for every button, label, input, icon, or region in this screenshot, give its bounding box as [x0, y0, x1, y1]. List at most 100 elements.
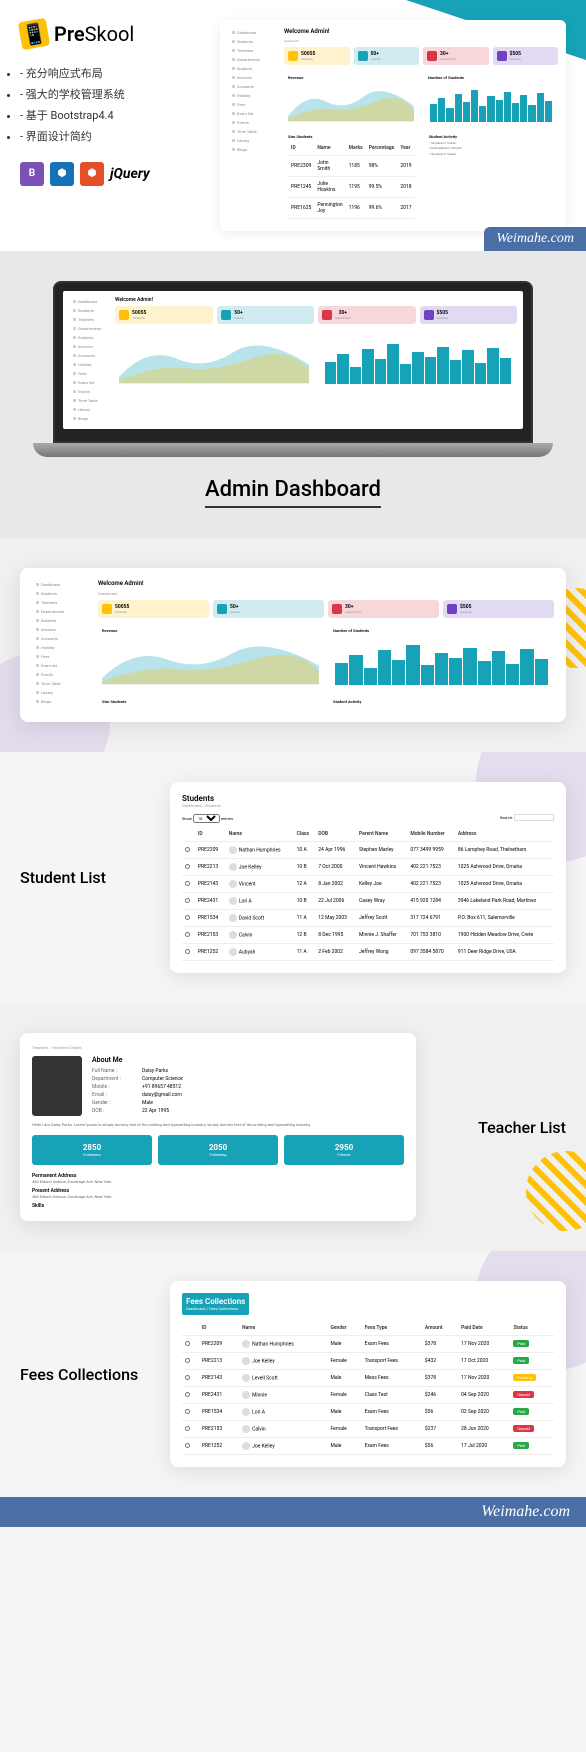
bar: [438, 98, 445, 122]
avatar: [242, 1357, 250, 1365]
table-row[interactable]: PRE2153CalvinFemaleTransport Fees$23728 …: [182, 1421, 554, 1438]
sidebar-item[interactable]: Fees: [69, 369, 109, 378]
table-row[interactable]: PRE2309John Smith118598%2019: [288, 156, 415, 177]
status-badge: Paid: [513, 1357, 529, 1364]
col-header: Name: [226, 827, 294, 842]
table-row[interactable]: PRE2431MinnieFemaleClass Test$24604 Sep …: [182, 1387, 554, 1404]
sidebar-item[interactable]: Holiday: [32, 643, 92, 652]
sidebar-item[interactable]: Time Table: [69, 396, 109, 405]
row-checkbox[interactable]: [185, 1392, 190, 1397]
table-row[interactable]: PRE1245Jolie Hoskins119599.5%2018: [288, 177, 415, 198]
stat-icon: [217, 604, 227, 614]
row-checkbox[interactable]: [185, 1341, 190, 1346]
sidebar-item[interactable]: Dashboard: [228, 28, 278, 37]
field-value: daisy@gmail.com: [142, 1092, 182, 1098]
sidebar-item[interactable]: Invoices: [228, 73, 278, 82]
sidebar-item[interactable]: Library: [32, 688, 92, 697]
sidebar-item[interactable]: Students: [69, 306, 109, 315]
sidebar-item[interactable]: Fees: [228, 100, 278, 109]
sidebar-item[interactable]: Library: [228, 136, 278, 145]
sidebar-item[interactable]: Exam list: [228, 109, 278, 118]
table-row[interactable]: PRE2213Joe KelleyFemaleTransport Fees$43…: [182, 1353, 554, 1370]
row-checkbox[interactable]: [185, 915, 190, 920]
status-badge: Paid: [513, 1442, 529, 1449]
stat-card: 30+Department: [423, 47, 489, 65]
sidebar-item[interactable]: Accounts: [69, 351, 109, 360]
row-checkbox[interactable]: [185, 881, 190, 886]
row-checkbox[interactable]: [185, 864, 190, 869]
table-row[interactable]: PRE2153Calvin12 B8 Dec 1995Minnie J. Sha…: [182, 927, 554, 944]
row-checkbox[interactable]: [185, 1426, 190, 1431]
row-checkbox[interactable]: [185, 847, 190, 852]
table-row[interactable]: PRE1252Aubyah11 A2 Feb 2002Jeffrey Wong0…: [182, 944, 554, 961]
bar: [400, 364, 411, 384]
sidebar-item[interactable]: Time Table: [228, 127, 278, 136]
sidebar-item[interactable]: Subjects: [69, 333, 109, 342]
bar: [392, 660, 405, 685]
breadcrumb: Teachers / Teachers Details: [32, 1045, 404, 1050]
row-checkbox[interactable]: [185, 1358, 190, 1363]
sidebar-item[interactable]: Events: [32, 670, 92, 679]
teacher-stat: 2050Following: [158, 1135, 278, 1165]
sidebar-item[interactable]: Teachers: [69, 315, 109, 324]
row-checkbox[interactable]: [185, 1443, 190, 1448]
brand-skool: Skool: [85, 22, 135, 46]
fees-table: IDNameGenderFees TypeAmountPaid DateStat…: [182, 1321, 554, 1455]
sidebar-item[interactable]: Dashboard: [32, 580, 92, 589]
sidebar-item[interactable]: Blogs: [228, 145, 278, 154]
sidebar-item[interactable]: Fees: [32, 652, 92, 661]
table-row[interactable]: PRE2431Lori A10 B22 Jul 2006Casey Wray41…: [182, 893, 554, 910]
teacher-bio: Hello I am Daisy Parks. Lorem Ipsum is s…: [32, 1122, 404, 1127]
feature-item: 基于 Bootstrap4.4: [26, 109, 114, 122]
sidebar-item[interactable]: Teachers: [32, 598, 92, 607]
sidebar-item[interactable]: Library: [69, 405, 109, 414]
row-checkbox[interactable]: [185, 1375, 190, 1380]
sidebar-item[interactable]: Accounts: [228, 82, 278, 91]
table-row[interactable]: PRE1534Lori AMaleExam Fees$5602 Sep 2020…: [182, 1404, 554, 1421]
sidebar-item[interactable]: Subjects: [228, 64, 278, 73]
stat-card: $505Revenue: [443, 600, 554, 618]
sidebar-item[interactable]: Dashboard: [69, 297, 109, 306]
table-row[interactable]: PRE1625Pennington Joy119699.6%2017: [288, 198, 415, 219]
stat-label: Revenue: [510, 57, 521, 61]
status-badge: Pending: [513, 1374, 536, 1381]
row-checkbox[interactable]: [185, 898, 190, 903]
table-row[interactable]: PRE2209Nathan Humphries10 A24 Apr 1996St…: [182, 842, 554, 859]
sidebar-item[interactable]: Time Table: [32, 679, 92, 688]
sidebar-item[interactable]: Students: [32, 589, 92, 598]
sidebar-item[interactable]: Students: [228, 37, 278, 46]
entries-select[interactable]: 10: [193, 814, 220, 823]
sidebar: DashboardStudentsTeachersDepartmentsSubj…: [228, 28, 278, 223]
row-checkbox[interactable]: [185, 932, 190, 937]
sidebar-item[interactable]: Events: [69, 387, 109, 396]
sidebar-item[interactable]: Teachers: [228, 46, 278, 55]
sidebar-item[interactable]: Exam list: [69, 378, 109, 387]
table-row[interactable]: PRE1252Joe KelleyMaleExam Fees$5617 Jul …: [182, 1438, 554, 1455]
sidebar-item[interactable]: Departments: [69, 324, 109, 333]
sidebar-item[interactable]: Blogs: [32, 697, 92, 706]
table-row[interactable]: PRE2143Levell ScottMaleMess Fees$37817 N…: [182, 1370, 554, 1387]
sidebar-item[interactable]: Invoices: [32, 625, 92, 634]
sidebar-item[interactable]: Invoices: [69, 342, 109, 351]
sidebar-item[interactable]: Subjects: [32, 616, 92, 625]
sidebar-item[interactable]: Events: [228, 118, 278, 127]
col-header: Gender: [327, 1321, 361, 1336]
chart-title: Revenue: [288, 75, 414, 80]
sidebar-item[interactable]: Departments: [228, 55, 278, 64]
sidebar-item[interactable]: Exam list: [32, 661, 92, 670]
field-key: Full Name :: [92, 1068, 142, 1074]
table-row[interactable]: PRE2209Nathan HumphriesMaleExam Fees$378…: [182, 1336, 554, 1353]
sidebar-item[interactable]: Holiday: [69, 360, 109, 369]
sidebar-item[interactable]: Blogs: [69, 414, 109, 423]
table-row[interactable]: PRE2143Vincent12 A8 Jan 2002Kelley Joe40…: [182, 876, 554, 893]
search-input[interactable]: [514, 814, 554, 821]
welcome-title: Welcome Admin!: [98, 580, 554, 587]
row-checkbox[interactable]: [185, 949, 190, 954]
table-row[interactable]: PRE2213Joe Kelley10 B7 Oct 2000Vincent H…: [182, 859, 554, 876]
table-row[interactable]: PRE1534David Scott11 A12 May 2003Jeffrey…: [182, 910, 554, 927]
sidebar-item[interactable]: Accounts: [32, 634, 92, 643]
row-checkbox[interactable]: [185, 1409, 190, 1414]
sidebar-item[interactable]: Departments: [32, 607, 92, 616]
avatar: [242, 1340, 250, 1348]
sidebar-item[interactable]: Holiday: [228, 91, 278, 100]
